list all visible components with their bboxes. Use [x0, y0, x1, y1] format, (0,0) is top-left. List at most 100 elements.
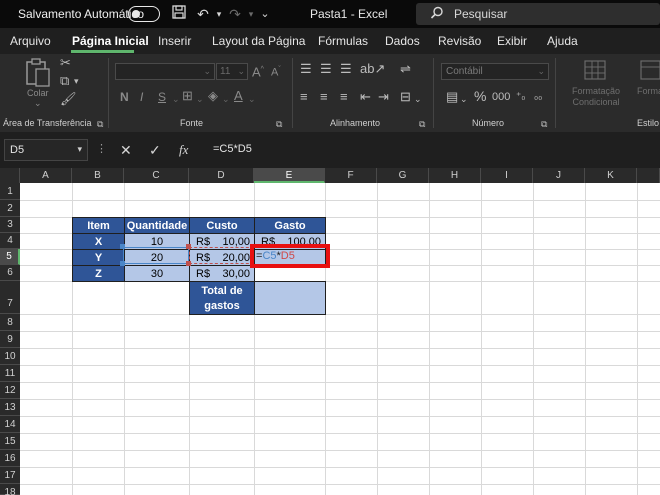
- align-center-icon[interactable]: ≡: [320, 90, 328, 104]
- column-header-f[interactable]: F: [325, 168, 377, 183]
- column-header-i[interactable]: I: [481, 168, 533, 183]
- underline-dropdown-icon[interactable]: ⌄: [172, 92, 180, 106]
- header-quantidade[interactable]: Quantidade: [124, 217, 190, 234]
- ref-handle[interactable]: [186, 261, 191, 266]
- increase-font-icon[interactable]: A^: [252, 63, 264, 79]
- format-as-table-label[interactable]: Formatar como Tabela: [637, 86, 660, 97]
- font-color-icon[interactable]: A: [234, 89, 243, 103]
- clipboard-launcher-icon[interactable]: ⧉: [97, 117, 103, 131]
- row-header-8[interactable]: 8: [0, 314, 20, 331]
- merge-dropdown-icon[interactable]: ⌄: [414, 92, 422, 106]
- cost-cell-d6[interactable]: R$ 30,00: [189, 265, 255, 282]
- percent-style-icon[interactable]: %: [474, 89, 486, 103]
- copy-icon[interactable]: ⧉: [60, 74, 69, 88]
- fill-color-icon[interactable]: ◈: [208, 89, 218, 103]
- row-header-15[interactable]: 15: [0, 433, 20, 450]
- more-options-icon[interactable]: ⋮: [96, 142, 107, 155]
- font-name-input[interactable]: ⌄: [115, 63, 215, 80]
- save-icon[interactable]: [170, 5, 188, 23]
- conditional-formatting-label[interactable]: Formatação Condicional: [563, 86, 629, 108]
- align-top-icon[interactable]: ☰: [300, 62, 312, 76]
- row-header-9[interactable]: 9: [0, 331, 20, 348]
- row-header-12[interactable]: 12: [0, 382, 20, 399]
- tab-ajuda[interactable]: Ajuda: [547, 34, 578, 48]
- row-header-11[interactable]: 11: [0, 365, 20, 382]
- column-header-b[interactable]: B: [72, 168, 124, 183]
- row-header-5[interactable]: 5: [0, 249, 20, 265]
- increase-decimal-icon[interactable]: ⁺₀: [516, 90, 525, 104]
- column-header-h[interactable]: H: [429, 168, 481, 183]
- increase-indent-icon[interactable]: ⇥: [378, 90, 389, 104]
- row-header-2[interactable]: 2: [0, 200, 20, 217]
- format-painter-icon[interactable]: 🖌: [60, 92, 77, 106]
- tab-revisao[interactable]: Revisão: [438, 34, 481, 48]
- underline-button[interactable]: S: [158, 90, 166, 104]
- copy-dropdown-icon[interactable]: ▾: [74, 74, 79, 88]
- cancel-entry-icon[interactable]: ✕: [120, 142, 132, 159]
- formula-input[interactable]: =C5*D5: [203, 139, 660, 161]
- autosave-toggle[interactable]: [128, 6, 160, 22]
- decrease-indent-icon[interactable]: ⇤: [360, 90, 371, 104]
- row-header-6[interactable]: 6: [0, 265, 20, 281]
- ref-handle[interactable]: [186, 244, 191, 249]
- font-size-dropdown-icon[interactable]: ⌄: [237, 66, 245, 77]
- column-header-k[interactable]: K: [585, 168, 637, 183]
- quantity-cell-c6[interactable]: 30: [124, 265, 190, 282]
- row-header-14[interactable]: 14: [0, 416, 20, 433]
- customize-toolbar-icon[interactable]: ⌄: [256, 5, 274, 23]
- italic-button[interactable]: I: [140, 90, 143, 104]
- item-cell-y[interactable]: Y: [72, 249, 125, 266]
- column-header-e[interactable]: E: [254, 168, 325, 183]
- confirm-entry-icon[interactable]: ✓: [149, 142, 161, 159]
- font-name-dropdown-icon[interactable]: ⌄: [203, 66, 211, 77]
- row-header-7[interactable]: 7: [0, 281, 20, 314]
- row-header-1[interactable]: 1: [0, 183, 20, 200]
- header-gasto[interactable]: Gasto: [254, 217, 326, 234]
- orientation-icon[interactable]: ab↗: [360, 62, 385, 76]
- column-header-l[interactable]: [637, 168, 660, 183]
- row-header-13[interactable]: 13: [0, 399, 20, 416]
- tab-formulas[interactable]: Fórmulas: [318, 34, 368, 48]
- cut-icon[interactable]: ✂: [60, 56, 71, 70]
- comma-style-icon[interactable]: 000: [492, 90, 510, 104]
- paste-dropdown-icon[interactable]: ⌄: [34, 98, 42, 109]
- font-size-input[interactable]: 11 ⌄: [216, 63, 248, 80]
- ref-handle[interactable]: [120, 244, 125, 249]
- format-as-table-icon[interactable]: [640, 60, 660, 85]
- total-value-cell[interactable]: [254, 281, 326, 315]
- align-left-icon[interactable]: ≡: [300, 90, 308, 104]
- align-right-icon[interactable]: ≡: [340, 90, 348, 104]
- number-format-dropdown-icon[interactable]: ⌄: [537, 66, 545, 77]
- tab-arquivo[interactable]: Arquivo: [10, 34, 51, 48]
- column-header-j[interactable]: J: [533, 168, 585, 183]
- tab-inserir[interactable]: Inserir: [158, 34, 191, 48]
- search-box[interactable]: Pesquisar: [416, 3, 660, 25]
- tab-exibir[interactable]: Exibir: [497, 34, 527, 48]
- insert-function-icon[interactable]: fx: [179, 142, 188, 158]
- merge-center-icon[interactable]: ⊟: [400, 90, 411, 104]
- align-bottom-icon[interactable]: ☰: [340, 62, 352, 76]
- alignment-launcher-icon[interactable]: ⧉: [419, 117, 425, 131]
- borders-icon[interactable]: ⊞: [182, 89, 193, 103]
- row-header-10[interactable]: 10: [0, 348, 20, 365]
- tab-dados[interactable]: Dados: [385, 34, 420, 48]
- conditional-formatting-icon[interactable]: [584, 60, 606, 85]
- header-custo[interactable]: Custo: [189, 217, 255, 234]
- name-box-dropdown-icon[interactable]: ▾: [77, 144, 82, 155]
- ref-handle[interactable]: [120, 261, 125, 266]
- bold-button[interactable]: N: [120, 90, 129, 104]
- accounting-format-icon[interactable]: ▤: [446, 90, 458, 104]
- font-color-dropdown-icon[interactable]: ⌄: [248, 92, 256, 106]
- row-header-3[interactable]: 3: [0, 217, 20, 233]
- row-header-18[interactable]: 18: [0, 484, 20, 495]
- column-header-d[interactable]: D: [189, 168, 254, 183]
- column-header-g[interactable]: G: [377, 168, 429, 183]
- number-format-select[interactable]: Contábil ⌄: [441, 63, 549, 80]
- paste-label[interactable]: Colar: [27, 88, 49, 98]
- decrease-decimal-icon[interactable]: ₀₀: [534, 90, 542, 104]
- tab-pagina-inicial[interactable]: Página Inicial: [72, 34, 149, 48]
- column-header-c[interactable]: C: [124, 168, 189, 183]
- row-header-16[interactable]: 16: [0, 450, 20, 467]
- select-all-corner[interactable]: [0, 168, 20, 183]
- header-item[interactable]: Item: [72, 217, 125, 234]
